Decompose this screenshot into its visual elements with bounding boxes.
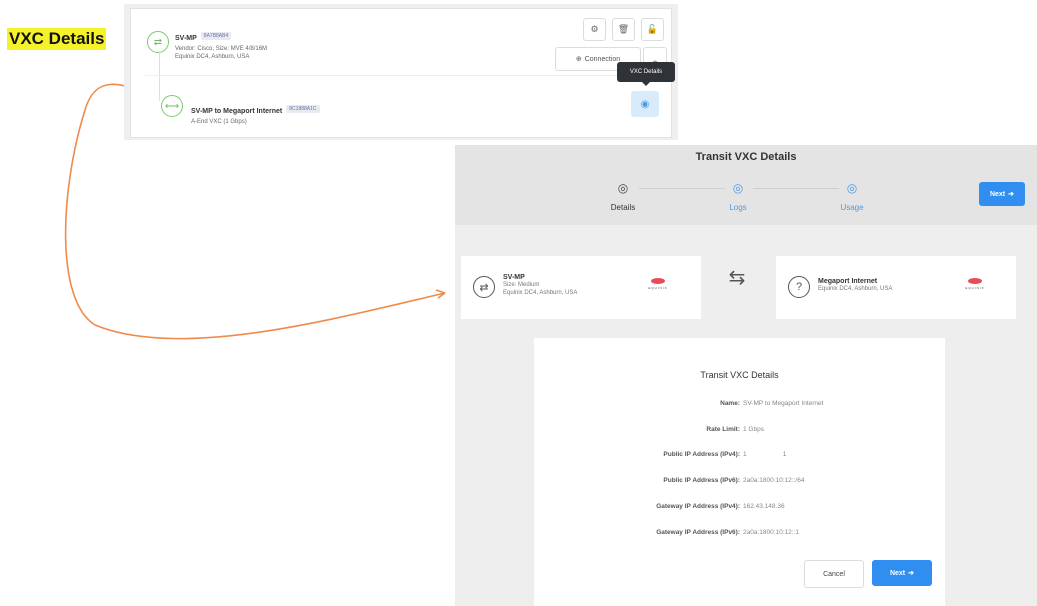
detail-row: Public IP Address (IPv4): 1 1 bbox=[534, 451, 945, 463]
next-label: Next bbox=[989, 190, 1006, 198]
next-button-top[interactable]: Next ➔ bbox=[979, 182, 1025, 206]
detail-value: 2a0a:1800:10:12::1 bbox=[743, 529, 800, 536]
b-end-card: ? Megaport Internet Equinix DC4, Ashburn… bbox=[776, 256, 1016, 319]
detail-value: 162.43.148.36 bbox=[743, 503, 785, 510]
eye-icon: ◎ bbox=[732, 181, 744, 195]
connection-label: Connection bbox=[584, 55, 621, 63]
equinix-logo: EQUINIX bbox=[645, 278, 671, 290]
eye-icon: ◎ bbox=[846, 181, 858, 195]
port-id-tag: 8A7B8AB4 bbox=[200, 31, 232, 40]
eye-icon: ◉ bbox=[640, 98, 650, 110]
cancel-button[interactable]: Cancel bbox=[804, 560, 864, 588]
port-icon: ⇄ bbox=[473, 276, 495, 298]
detail-key: Name: bbox=[720, 400, 740, 407]
detail-value: 1 Gbps bbox=[743, 426, 764, 433]
connector-line bbox=[159, 51, 160, 101]
step-label: Details bbox=[610, 203, 636, 212]
detail-row: Gateway IP Address (IPv4): 162.43.148.36 bbox=[534, 503, 945, 515]
swap-arrows-icon: ⇆ bbox=[728, 267, 746, 289]
a-end-card: ⇄ SV-MP Size: Medium Equinix DC4, Ashbur… bbox=[461, 256, 701, 319]
port-name: SV-MP bbox=[175, 35, 197, 42]
port-icon: ⇄ bbox=[147, 31, 169, 53]
vxc-id-tag: 8C1888A1C bbox=[286, 104, 320, 113]
gear-icon[interactable]: ⚙ bbox=[583, 18, 606, 41]
vxc-details-button[interactable]: ◉ bbox=[631, 91, 659, 117]
detail-key: Gateway IP Address (IPv4): bbox=[656, 503, 740, 510]
vxc-details-tooltip: VXC Details bbox=[617, 62, 675, 86]
detail-key: Gateway IP Address (IPv6): bbox=[656, 529, 740, 536]
arrow-right-icon: ➔ bbox=[908, 570, 915, 577]
cancel-label: Cancel bbox=[823, 570, 845, 578]
trash-icon[interactable]: 🗑 bbox=[612, 18, 635, 41]
eye-icon: ◎ bbox=[617, 181, 629, 195]
detail-key: Rate Limit: bbox=[706, 426, 740, 433]
vxc-info: SV-MP to Megaport Internet 8C1888A1C A-En… bbox=[191, 100, 320, 126]
service-card-wrapper: ⇄ SV-MP 8A7B8AB4 Vendor: Cisco, Size: MVE… bbox=[124, 4, 678, 140]
divider bbox=[145, 75, 665, 76]
details-card: Transit VXC Details Name: SV-MP to Megap… bbox=[534, 338, 945, 606]
step-details[interactable]: ◎ Details bbox=[583, 180, 663, 212]
a-end-line1: Size: Medium bbox=[503, 282, 540, 288]
step-logs[interactable]: ◎ Logs bbox=[698, 180, 778, 212]
transit-vxc-panel: Transit VXC Details ◎ Details ◎ Logs ◎ U… bbox=[455, 145, 1037, 606]
step-label: Usage bbox=[840, 203, 864, 212]
logo-text: EQUINIX bbox=[965, 286, 985, 290]
b-end-info: Megaport Internet Equinix DC4, Ashburn, … bbox=[818, 278, 892, 293]
a-end-info: SV-MP Size: Medium Equinix DC4, Ashburn,… bbox=[503, 274, 577, 297]
detail-value: 1 1 bbox=[743, 451, 787, 458]
step-usage[interactable]: ◎ Usage bbox=[812, 180, 892, 212]
details-title: Transit VXC Details bbox=[700, 370, 779, 380]
detail-row: Rate Limit: 1 Gbps bbox=[534, 426, 945, 438]
vxc-line1: A-End VXC (1 Gbps) bbox=[191, 119, 247, 125]
vxc-name: SV-MP to Megaport Internet bbox=[191, 108, 283, 115]
detail-row: Name: SV-MP to Megaport Internet bbox=[534, 400, 945, 412]
vxc-icon: ⟷ bbox=[161, 95, 183, 117]
port-info: SV-MP 8A7B8AB4 Vendor: Cisco, Size: MVE 4… bbox=[175, 27, 267, 61]
detail-row: Gateway IP Address (IPv6): 2a0a:1800:10:… bbox=[534, 529, 945, 541]
add-icon: ⊕ bbox=[575, 56, 582, 63]
b-end-line1: Equinix DC4, Ashburn, USA bbox=[818, 286, 893, 292]
question-icon: ? bbox=[788, 276, 810, 298]
port-line1: Vendor: Cisco, Size: MVE 4/8/16M bbox=[175, 46, 268, 52]
detail-value: SV-MP to Megaport Internet bbox=[743, 400, 824, 407]
arrow-right-icon: ➔ bbox=[1008, 191, 1015, 198]
service-card: ⇄ SV-MP 8A7B8AB4 Vendor: Cisco, Size: MVE… bbox=[130, 8, 672, 138]
b-end-name: Megaport Internet bbox=[818, 278, 878, 285]
port-line2: Equinix DC4, Ashburn, USA bbox=[175, 54, 250, 60]
lock-icon[interactable]: 🔓 bbox=[641, 18, 664, 41]
panel-title: Transit VXC Details bbox=[695, 151, 797, 163]
logo-text: EQUINIX bbox=[648, 286, 668, 290]
a-end-name: SV-MP bbox=[503, 274, 525, 281]
detail-key: Public IP Address (IPv4): bbox=[663, 451, 740, 458]
detail-row: Public IP Address (IPv6): 2a0a:1800:10:1… bbox=[534, 477, 945, 489]
detail-value: 2a0a:1800:10:12::/64 bbox=[743, 477, 805, 484]
next-label: Next bbox=[889, 569, 906, 577]
equinix-logo: EQUINIX bbox=[962, 278, 988, 290]
next-button-bottom[interactable]: Next ➔ bbox=[872, 560, 932, 586]
panel-header: Transit VXC Details ◎ Details ◎ Logs ◎ U… bbox=[455, 145, 1037, 225]
a-end-line2: Equinix DC4, Ashburn, USA bbox=[503, 290, 578, 296]
step-label: Logs bbox=[729, 203, 747, 212]
detail-key: Public IP Address (IPv6): bbox=[663, 477, 740, 484]
